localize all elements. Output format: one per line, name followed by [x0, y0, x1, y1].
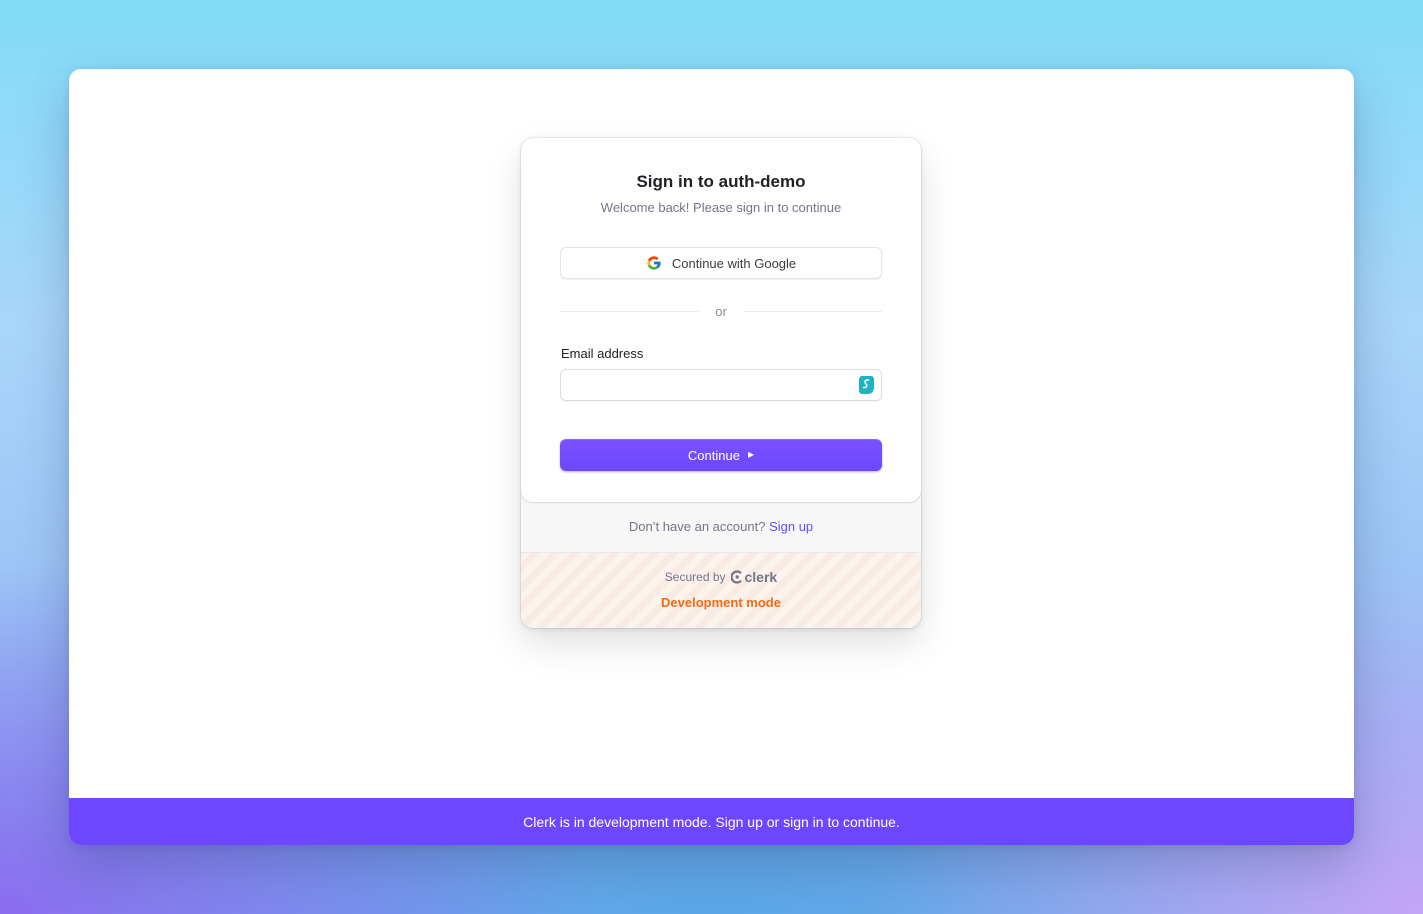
sign-up-link[interactable]: Sign up	[769, 519, 813, 534]
play-arrow-icon: ▶	[747, 450, 755, 459]
sign-in-card-main: Sign in to auth-demo Welcome back! Pleas…	[521, 138, 921, 502]
email-field[interactable]	[561, 370, 861, 398]
google-icon	[647, 256, 661, 270]
or-divider: or	[560, 303, 882, 319]
divider-line-left	[560, 310, 700, 312]
clerk-logo-icon	[730, 570, 742, 584]
continue-with-google-button[interactable]: Continue with Google	[560, 247, 882, 279]
divider-line-right	[742, 310, 882, 312]
sign-in-card: Sign in to auth-demo Welcome back! Pleas…	[521, 138, 921, 628]
development-mode-banner: Clerk is in development mode. Sign up or…	[69, 798, 1354, 845]
secured-by: Secured by clerk	[521, 569, 921, 585]
signup-row: Don’t have an account? Sign up	[521, 519, 921, 534]
development-footer	[521, 553, 921, 628]
surfshark-icon[interactable]	[856, 375, 876, 395]
google-button-label: Continue with Google	[671, 255, 797, 271]
development-banner-text: Clerk is in development mode. Sign up or…	[523, 813, 900, 830]
sign-in-title: Sign in to auth-demo	[636, 172, 806, 191]
divider-label: or	[715, 303, 727, 319]
email-label: Email address	[561, 346, 644, 361]
continue-button-label: Continue	[687, 447, 740, 463]
no-account-text: Don’t have an account?	[628, 519, 766, 534]
continue-button[interactable]: Continue ▶	[560, 439, 882, 471]
secured-by-text: Secured by	[664, 570, 726, 584]
sign-in-subtitle: Welcome back! Please sign in to continue	[600, 200, 842, 215]
browser-window: Sign in to auth-demo Welcome back! Pleas…	[69, 69, 1354, 845]
development-mode-label: Development mode	[661, 595, 781, 610]
clerk-logo-text: clerk	[744, 569, 778, 585]
clerk-logo[interactable]: clerk	[730, 569, 778, 585]
email-field-wrapper	[560, 369, 882, 401]
